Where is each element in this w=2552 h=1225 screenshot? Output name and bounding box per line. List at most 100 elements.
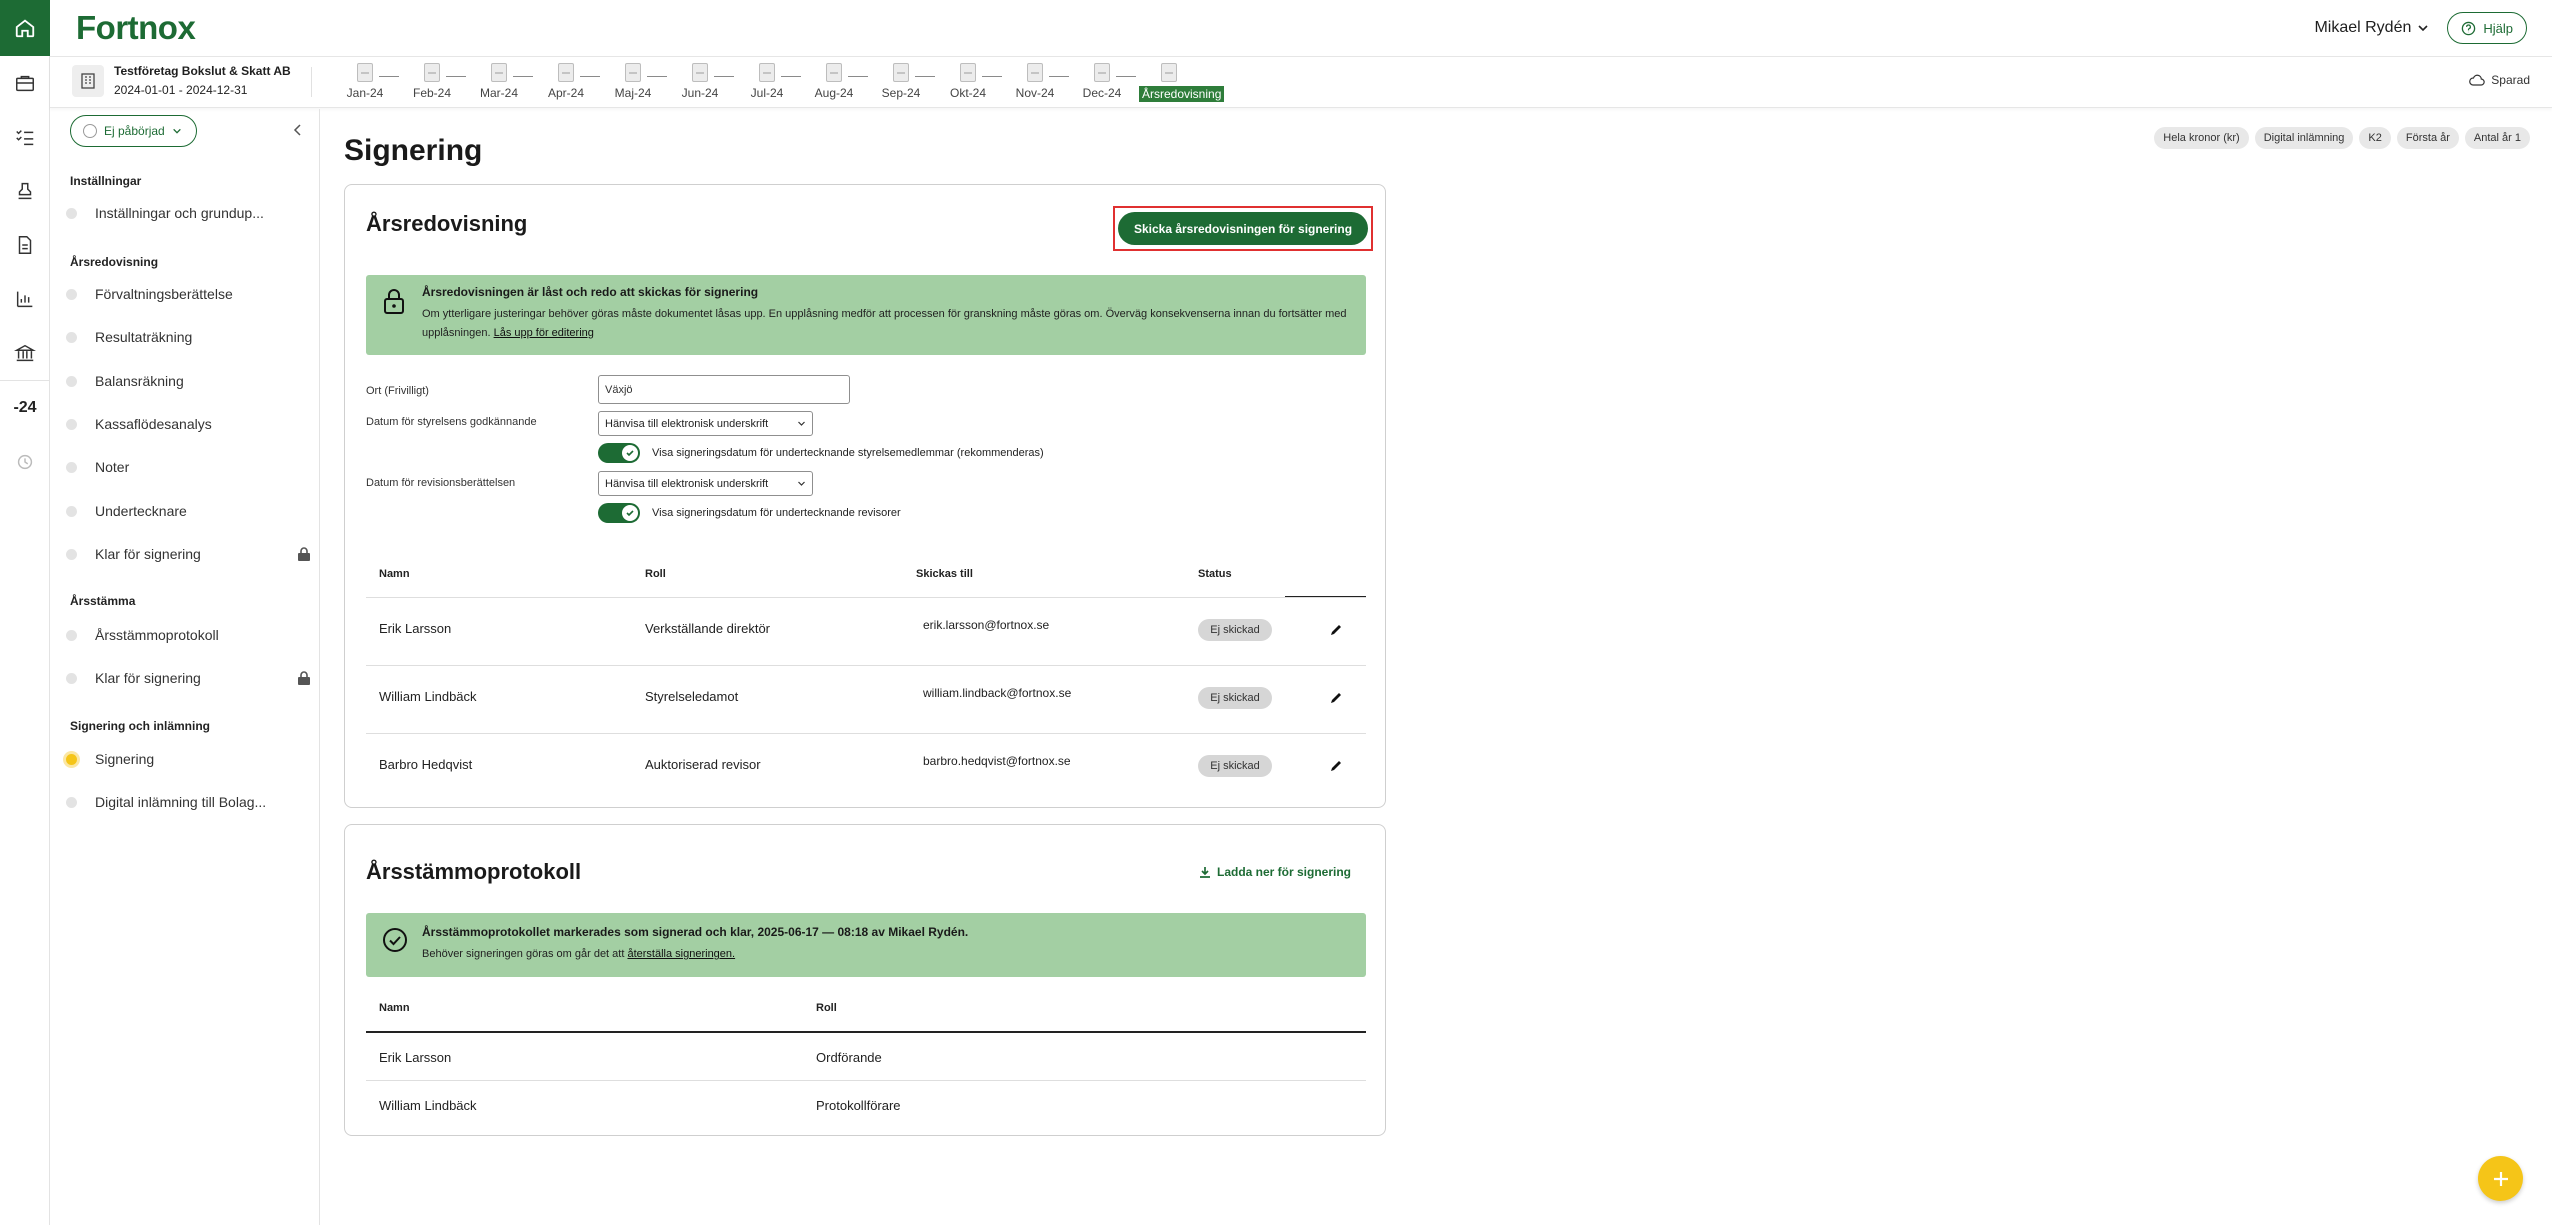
col-header-name: Namn	[379, 568, 410, 580]
setting-tag[interactable]: K2	[2359, 127, 2391, 149]
timeline-connector	[647, 76, 667, 77]
year-badge[interactable]: -24	[0, 381, 50, 435]
month-item[interactable]: Nov-24	[1005, 63, 1065, 102]
sidebar-item-signering[interactable]: Signering	[66, 744, 311, 774]
saved-label: Sparad	[2491, 73, 2530, 87]
annual-report-card: Årsredovisning Skicka årsredovisningen f…	[344, 184, 1386, 808]
month-item[interactable]: Jul-24	[737, 63, 797, 102]
sidebar-item-installningar[interactable]: Inställningar och grundup...	[66, 198, 311, 228]
document-icon[interactable]	[0, 218, 50, 272]
sidebar-item-arsstammoprotokoll[interactable]: Årsstämmoprotokoll	[66, 620, 311, 650]
timeline-connector	[915, 76, 935, 77]
step-dot	[66, 461, 77, 473]
timeline-connector	[781, 76, 801, 77]
month-item[interactable]: Sep-24	[871, 63, 931, 102]
month-item[interactable]: Feb-24	[402, 63, 462, 102]
month-item[interactable]: Okt-24	[938, 63, 998, 102]
timeline-connector	[580, 76, 600, 77]
month-label: Jun-24	[681, 86, 719, 100]
timeline-connector	[1049, 76, 1069, 77]
home-icon[interactable]	[0, 0, 50, 56]
month-item[interactable]: Dec-24	[1072, 63, 1132, 102]
sidebar-item-digital-inlamning[interactable]: Digital inlämning till Bolag...	[66, 787, 311, 817]
sidebar-item-balansrakning[interactable]: Balansräkning	[66, 366, 311, 396]
sidebar-item-kassaflodesanalys[interactable]: Kassaflödesanalys	[66, 409, 311, 439]
history-icon[interactable]	[0, 435, 50, 489]
pencil-icon[interactable]	[1328, 690, 1344, 706]
send-button-highlight: Skicka årsredovisningen för signering	[1113, 206, 1373, 251]
year-badge-label: -24	[13, 399, 37, 416]
board-toggle-label: Visa signeringsdatum för undertecknande …	[652, 447, 1044, 459]
month-label: Dec-24	[1082, 86, 1122, 100]
help-label: Hjälp	[2483, 20, 2513, 36]
stamp-icon[interactable]	[0, 164, 50, 218]
step-dot	[66, 672, 77, 684]
plus-icon	[2493, 1171, 2508, 1186]
signer-role: Verkställande direktör	[645, 621, 771, 636]
download-for-signing-link[interactable]: Ladda ner för signering	[1199, 865, 1351, 879]
audit-date-select[interactable]: Hänvisa till elektronisk underskrift	[598, 471, 813, 496]
collapse-sidebar-icon[interactable]	[293, 123, 303, 141]
step-dot	[66, 505, 77, 517]
month-item[interactable]: Aug-24	[804, 63, 864, 102]
audit-date-toggle[interactable]	[598, 503, 640, 523]
month-item[interactable]: Årsredovisning	[1139, 63, 1225, 103]
document-icon	[491, 63, 507, 82]
month-label: Nov-24	[1015, 86, 1055, 100]
send-for-signing-button[interactable]: Skicka årsredovisningen för signering	[1118, 212, 1368, 245]
add-button[interactable]	[2478, 1156, 2523, 1201]
ort-input[interactable]: Växjö	[598, 375, 850, 404]
month-item[interactable]: Maj-24	[603, 63, 663, 102]
board-date-select[interactable]: Hänvisa till elektronisk underskrift	[598, 411, 813, 436]
document-icon	[1094, 63, 1110, 82]
board-date-toggle[interactable]	[598, 443, 640, 463]
month-item[interactable]: Jan-24	[335, 63, 395, 102]
checklist-icon[interactable]	[0, 110, 50, 164]
month-item[interactable]: Apr-24	[536, 63, 596, 102]
status-label: Ej påbörjad	[104, 124, 165, 138]
document-icon	[558, 63, 574, 82]
reset-signing-link[interactable]: återställa signeringen.	[627, 948, 735, 960]
chevron-down-icon	[2418, 25, 2428, 32]
user-menu[interactable]: Mikael Rydén	[2314, 19, 2429, 37]
company-name: Testföretag Bokslut & Skatt AB	[114, 64, 291, 78]
sidebar-item-klar-for-signering-2[interactable]: Klar för signering	[66, 663, 311, 693]
month-item[interactable]: Mar-24	[469, 63, 529, 102]
document-icon	[625, 63, 641, 82]
chevron-down-icon	[798, 481, 805, 486]
setting-tag[interactable]: Digital inlämning	[2254, 127, 2354, 149]
pencil-icon[interactable]	[1328, 758, 1344, 774]
signer-role: Auktoriserad revisor	[645, 757, 761, 772]
signer-email: barbro.hedqvist@fortnox.se	[923, 754, 1071, 768]
setting-tag[interactable]: Hela kronor (kr)	[2154, 127, 2249, 149]
setting-tag[interactable]: Antal år 1	[2464, 127, 2530, 149]
step-dot	[66, 796, 77, 808]
fortnox-logo[interactable]: Fortnox	[76, 9, 196, 47]
row-divider	[366, 1080, 1366, 1081]
status-dropdown[interactable]: Ej påbörjad	[70, 115, 197, 147]
sidebar-item-resultatrakning[interactable]: Resultaträkning	[66, 322, 311, 352]
month-item[interactable]: Jun-24	[670, 63, 730, 102]
sidebar-item-forvaltningsberattelse[interactable]: Förvaltningsberättelse	[66, 279, 311, 309]
sidebar-item-noter[interactable]: Noter	[66, 452, 311, 482]
document-icon	[692, 63, 708, 82]
bank-icon[interactable]	[0, 326, 50, 380]
row-divider	[366, 597, 1366, 598]
sidebar-item-label: Årsstämmoprotokoll	[95, 627, 219, 643]
card-title: Årsstämmoprotokoll	[366, 859, 582, 884]
briefcase-icon[interactable]	[0, 56, 50, 110]
setting-tag[interactable]: Första år	[2396, 127, 2459, 149]
check-circle-icon	[382, 927, 408, 958]
sidebar-item-label: Inställningar och grundup...	[95, 205, 264, 221]
sidebar-item-klar-for-signering[interactable]: Klar för signering	[66, 539, 311, 569]
board-date-label: Datum för styrelsens godkännande	[366, 416, 537, 428]
member-role: Protokollförare	[816, 1098, 901, 1113]
sidebar-item-undertecknare[interactable]: Undertecknare	[66, 496, 311, 526]
month-label: Jul-24	[750, 86, 784, 100]
bar-chart-icon[interactable]	[0, 272, 50, 326]
lock-icon	[298, 547, 310, 561]
unlock-link[interactable]: Lås upp för editering	[494, 327, 594, 339]
help-button[interactable]: Hjälp	[2447, 12, 2527, 44]
pencil-icon[interactable]	[1328, 622, 1344, 638]
sidebar-item-label: Resultaträkning	[95, 329, 193, 345]
